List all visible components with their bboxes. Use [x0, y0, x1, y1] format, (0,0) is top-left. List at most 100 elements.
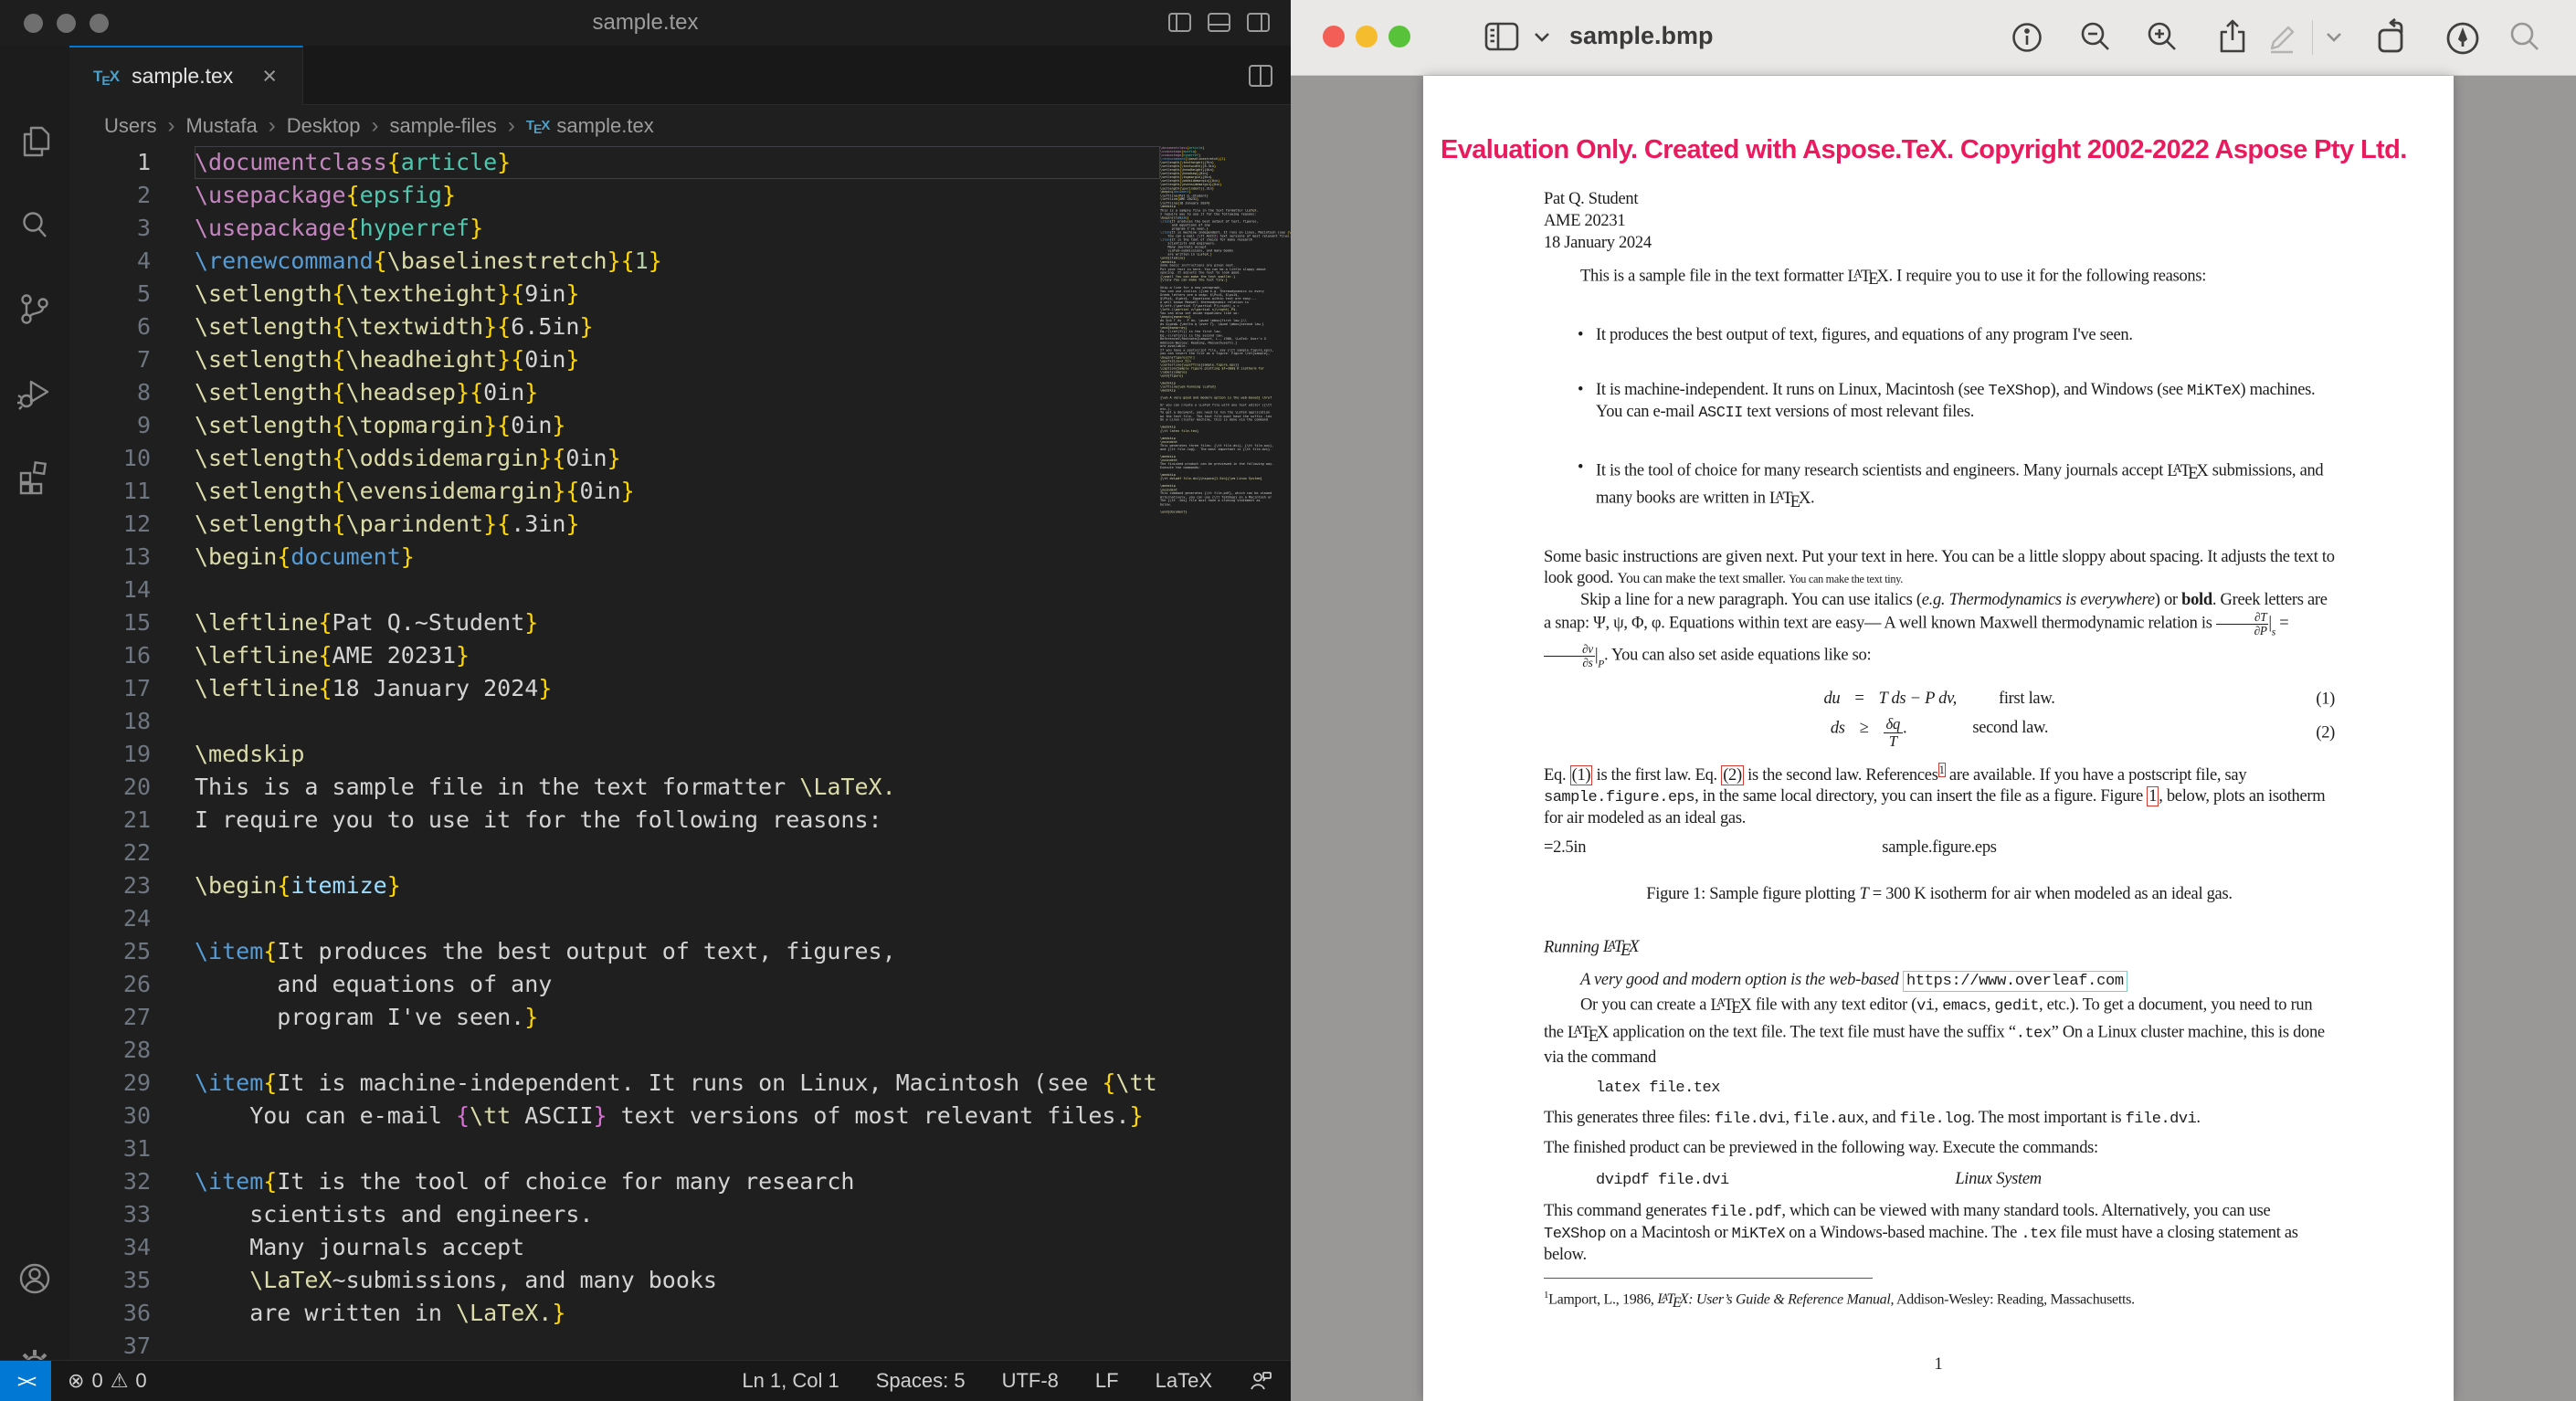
code-line[interactable]: 22	[69, 837, 1160, 869]
code-line[interactable]: 10\setlength{\oddsidemargin}{0in}	[69, 442, 1160, 475]
feedback-icon[interactable]	[1249, 1369, 1272, 1393]
line-number: 35	[69, 1264, 195, 1297]
line-number: 37	[69, 1330, 195, 1360]
code-line[interactable]: 27 program I've seen.}	[69, 1001, 1160, 1034]
line-number: 18	[69, 705, 195, 738]
code-line[interactable]: 34 Many journals accept	[69, 1231, 1160, 1264]
code-line[interactable]: 5\setlength{\textheight}{9in}	[69, 278, 1160, 311]
rotate-left-icon[interactable]	[2373, 18, 2413, 57]
code-line[interactable]: 4\renewcommand{\baselinestretch}{1}	[69, 245, 1160, 278]
remote-indicator[interactable]: ><	[0, 1361, 51, 1401]
run-debug-icon[interactable]	[15, 374, 55, 414]
minimize-window-button[interactable]	[1356, 26, 1378, 47]
explorer-icon[interactable]	[15, 121, 55, 162]
code-line[interactable]: 36 are written in \LaTeX.}	[69, 1297, 1160, 1330]
code-line[interactable]: 21I require you to use it for the follow…	[69, 804, 1160, 837]
code-line[interactable]: 23\begin{itemize}	[69, 869, 1160, 902]
running-latex-heading: Running LATEX	[1544, 934, 2335, 962]
extensions-icon[interactable]	[15, 458, 55, 498]
minimap[interactable]: \documentclass{article}\usepackage{epsfi…	[1160, 146, 1291, 1360]
code-line[interactable]: 26 and equations of any	[69, 968, 1160, 1001]
code-line[interactable]: 1\documentclass{article}	[69, 146, 1160, 179]
cursor-position[interactable]: Ln 1, Col 1	[742, 1369, 839, 1393]
code-line[interactable]: 25\item{It produces the best output of t…	[69, 935, 1160, 968]
zoom-in-icon[interactable]	[2143, 18, 2181, 57]
latex-command: latex file.tex	[1544, 1078, 2335, 1099]
code-line[interactable]: 30 You can e-mail {\tt ASCII} text versi…	[69, 1100, 1160, 1132]
code-line[interactable]: 19\medskip	[69, 738, 1160, 771]
breadcrumb-item[interactable]: Users	[104, 114, 156, 138]
line-number: 22	[69, 837, 195, 869]
encoding[interactable]: UTF-8	[1002, 1369, 1059, 1393]
code-line[interactable]: 24	[69, 902, 1160, 935]
code-line[interactable]: 33 scientists and engineers.	[69, 1198, 1160, 1231]
toggle-secondary-sidebar-icon[interactable]	[1246, 10, 1271, 35]
figure-placeholder: =2.5in sample.figure.eps	[1544, 837, 2335, 859]
code-line[interactable]: 14	[69, 574, 1160, 606]
latex-logo: LATEX	[2167, 462, 2208, 480]
split-editor-icon[interactable]	[1247, 62, 1274, 90]
problems-status[interactable]: ⊗ 0 ⚠ 0	[68, 1369, 147, 1393]
line-number: 30	[69, 1100, 195, 1132]
code-line[interactable]: 9\setlength{\topmargin}{0in}	[69, 409, 1160, 442]
line-number: 25	[69, 935, 195, 968]
indentation[interactable]: Spaces: 5	[876, 1369, 966, 1393]
line-number: 26	[69, 968, 195, 1001]
line-number: 2	[69, 179, 195, 212]
breadcrumb-item[interactable]: sample-files	[389, 114, 496, 138]
source-control-icon[interactable]	[15, 290, 55, 330]
code-line[interactable]: 11\setlength{\evensidemargin}{0in}	[69, 475, 1160, 508]
document-area[interactable]: Evaluation Only. Created with Aspose.TeX…	[1291, 76, 2576, 1401]
code-line[interactable]: 6\setlength{\textwidth}{6.5in}	[69, 311, 1160, 343]
breadcrumb-item[interactable]: Desktop	[287, 114, 361, 138]
zoom-out-icon[interactable]	[2076, 18, 2115, 57]
line-number: 19	[69, 738, 195, 771]
preview-titlebar[interactable]: sample.bmp	[1291, 0, 2576, 76]
code-line[interactable]: 31	[69, 1132, 1160, 1165]
toolbar-divider	[2312, 20, 2313, 55]
vscode-titlebar[interactable]: sample.tex	[0, 0, 1291, 46]
code-line[interactable]: 15\leftline{Pat Q.~Student}	[69, 606, 1160, 639]
zoom-window-button[interactable]	[1388, 26, 1410, 47]
code-line[interactable]: 29\item{It is machine-independent. It ru…	[69, 1067, 1160, 1100]
code-line[interactable]: 35 \LaTeX~submissions, and many books	[69, 1264, 1160, 1297]
breadcrumb-file[interactable]: TEX sample.tex	[526, 114, 654, 138]
account-icon[interactable]	[15, 1259, 55, 1299]
code-line[interactable]: 18	[69, 705, 1160, 738]
markup-pencil-icon[interactable]	[2264, 18, 2302, 57]
toggle-panel-icon[interactable]	[1207, 10, 1231, 35]
breadcrumb-item[interactable]: Mustafa	[185, 114, 257, 138]
language-mode[interactable]: LaTeX	[1156, 1369, 1212, 1393]
code-line[interactable]: 20This is a sample file in the text form…	[69, 771, 1160, 804]
close-window-button[interactable]	[1323, 26, 1345, 47]
code-line[interactable]: 7\setlength{\headheight}{0in}	[69, 343, 1160, 376]
info-icon[interactable]	[2008, 18, 2046, 57]
code-line[interactable]: 32\item{It is the tool of choice for man…	[69, 1165, 1160, 1198]
code-line[interactable]: 17\leftline{18 January 2024}	[69, 672, 1160, 705]
line-number: 23	[69, 869, 195, 902]
tab-sample-tex[interactable]: TEX sample.tex ×	[69, 46, 303, 105]
code-line[interactable]: 2\usepackage{epsfig}	[69, 179, 1160, 212]
code-editor[interactable]: 1\documentclass{article}2\usepackage{eps…	[69, 146, 1160, 1360]
code-line[interactable]: 13\begin{document}	[69, 541, 1160, 574]
code-line[interactable]: 37	[69, 1330, 1160, 1360]
close-tab-icon[interactable]: ×	[262, 62, 277, 90]
code-line[interactable]: 3\usepackage{hyperref}	[69, 212, 1160, 245]
code-line[interactable]: 12\setlength{\parindent}{.3in}	[69, 508, 1160, 541]
search-icon[interactable]	[15, 205, 55, 246]
code-line[interactable]: 28	[69, 1034, 1160, 1067]
chevron-down-icon[interactable]	[1532, 18, 1552, 55]
markup-icon[interactable]	[2443, 18, 2483, 58]
toggle-sidebar-icon[interactable]	[1167, 10, 1192, 35]
chevron-down-icon[interactable]	[2322, 27, 2346, 47]
line-number: 13	[69, 541, 195, 574]
search-icon[interactable]	[2506, 18, 2544, 57]
equation-number: (1)	[2316, 689, 2335, 710]
eol-sequence[interactable]: LF	[1095, 1369, 1119, 1393]
share-icon[interactable]	[2213, 18, 2252, 57]
tex-file-icon: TEX	[93, 68, 119, 86]
code-line[interactable]: 8\setlength{\headsep}{0in}	[69, 376, 1160, 409]
code-line[interactable]: 16\leftline{AME 20231}	[69, 639, 1160, 672]
tex-file-icon: TEX	[526, 118, 550, 133]
toggle-sidebar-icon[interactable]	[1483, 18, 1521, 55]
